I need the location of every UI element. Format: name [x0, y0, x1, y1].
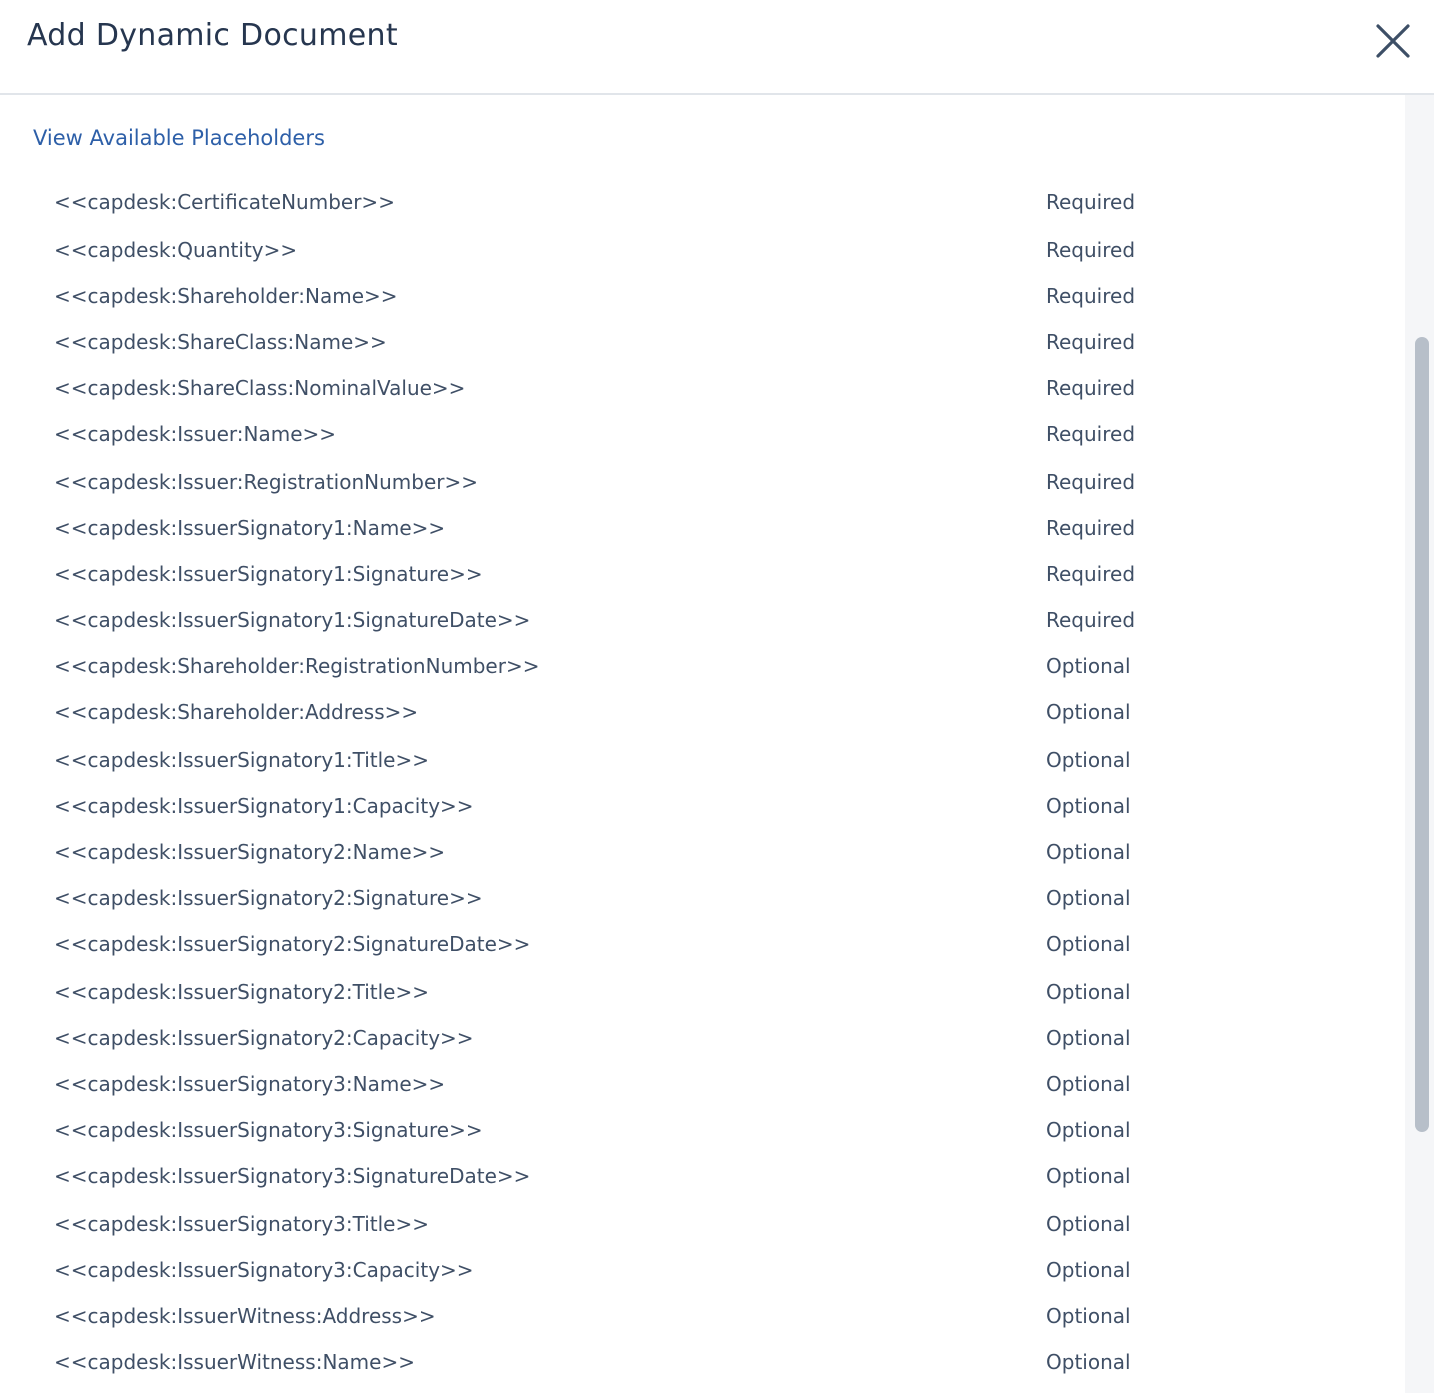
placeholder-status: Optional — [1046, 1212, 1131, 1236]
placeholder-row: <<capdesk:IssuerWitness:Name>> Optional — [0, 1350, 1405, 1393]
placeholder-status: Optional — [1046, 748, 1131, 772]
close-button[interactable] — [1374, 22, 1412, 60]
placeholder-name: <<capdesk:Shareholder:Address>> — [54, 700, 419, 724]
placeholder-row: <<capdesk:Issuer:Name>> Required — [0, 422, 1405, 468]
placeholder-name: <<capdesk:IssuerSignatory2:Title>> — [54, 980, 429, 1004]
placeholder-row: <<capdesk:IssuerSignatory2:Name>> Optiona… — [0, 840, 1405, 886]
placeholder-status: Optional — [1046, 980, 1131, 1004]
placeholder-name: <<capdesk:IssuerSignatory1:Signature>> — [54, 562, 483, 586]
placeholder-name: <<capdesk:Issuer:Name>> — [54, 422, 337, 446]
dialog-header: Add Dynamic Document — [0, 0, 1434, 95]
placeholder-name: <<capdesk:IssuerSignatory3:SignatureDate… — [54, 1164, 531, 1188]
placeholder-status: Required — [1046, 190, 1136, 214]
dialog-title: Add Dynamic Document — [27, 18, 398, 53]
placeholder-row: <<capdesk:Quantity>> Required — [0, 238, 1405, 284]
placeholder-name: <<capdesk:IssuerSignatory1:Name>> — [54, 516, 446, 540]
placeholder-status: Optional — [1046, 794, 1131, 818]
placeholder-row: <<capdesk:Shareholder:RegistrationNumber… — [0, 654, 1405, 700]
placeholder-row: <<capdesk:IssuerSignatory1:Capacity>> Opt… — [0, 794, 1405, 840]
placeholder-name: <<capdesk:IssuerSignatory1:Title>> — [54, 748, 429, 772]
placeholder-name: <<capdesk:IssuerWitness:Name>> — [54, 1350, 415, 1374]
placeholder-row: <<capdesk:Shareholder:Name>> Required — [0, 284, 1405, 330]
placeholder-row: <<capdesk:IssuerSignatory1:Signature>> Re… — [0, 562, 1405, 608]
placeholder-status: Required — [1046, 562, 1136, 586]
placeholder-name: <<capdesk:Shareholder:RegistrationNumber… — [54, 654, 540, 678]
placeholder-row: <<capdesk:IssuerSignatory1:SignatureDate… — [0, 608, 1405, 654]
placeholder-status: Optional — [1046, 1026, 1131, 1050]
placeholder-row: <<capdesk:IssuerSignatory3:Signature>> Op… — [0, 1118, 1405, 1164]
scrollbar-track[interactable] — [1405, 95, 1434, 1393]
placeholder-status: Optional — [1046, 1350, 1131, 1374]
placeholder-status: Optional — [1046, 1164, 1131, 1188]
placeholder-name: <<capdesk:IssuerSignatory2:Capacity>> — [54, 1026, 474, 1050]
close-icon — [1376, 24, 1410, 58]
scrollbar-thumb[interactable] — [1415, 337, 1429, 1132]
placeholder-status: Optional — [1046, 1072, 1131, 1096]
placeholder-name: <<capdesk:IssuerSignatory1:Capacity>> — [54, 794, 474, 818]
placeholder-row: <<capdesk:IssuerWitness:Address>> Optiona… — [0, 1304, 1405, 1350]
placeholder-row: <<capdesk:IssuerSignatory2:Capacity>> Opt… — [0, 1026, 1405, 1072]
placeholder-status: Required — [1046, 422, 1136, 446]
placeholder-row: <<capdesk:IssuerSignatory2:Title>> Option… — [0, 980, 1405, 1026]
placeholder-status: Optional — [1046, 886, 1131, 910]
placeholder-status: Optional — [1046, 840, 1131, 864]
placeholder-name: <<capdesk:CertificateNumber>> — [54, 190, 395, 214]
placeholder-name: <<capdesk:ShareClass:Name>> — [54, 330, 387, 354]
placeholder-name: <<capdesk:ShareClass:NominalValue>> — [54, 376, 466, 400]
placeholder-row: <<capdesk:IssuerSignatory3:Capacity>> Opt… — [0, 1258, 1405, 1304]
placeholder-status: Required — [1046, 470, 1136, 494]
placeholder-status: Optional — [1046, 700, 1131, 724]
placeholder-row: <<capdesk:IssuerSignatory3:Name>> Optiona… — [0, 1072, 1405, 1118]
placeholder-row: <<capdesk:Shareholder:Address>> Optional — [0, 700, 1405, 746]
placeholder-name: <<capdesk:IssuerSignatory3:Title>> — [54, 1212, 429, 1236]
placeholder-status: Optional — [1046, 1304, 1131, 1328]
placeholder-name: <<capdesk:IssuerSignatory3:Signature>> — [54, 1118, 483, 1142]
placeholder-row: <<capdesk:IssuerSignatory2:Signature>> Op… — [0, 886, 1405, 932]
placeholder-row: <<capdesk:ShareClass:NominalValue>> Requi… — [0, 376, 1405, 422]
placeholder-name: <<capdesk:IssuerSignatory2:SignatureDate… — [54, 932, 531, 956]
placeholder-name: <<capdesk:IssuerSignatory3:Name>> — [54, 1072, 446, 1096]
placeholder-row: <<capdesk:IssuerSignatory1:Name>> Require… — [0, 516, 1405, 562]
placeholder-name: <<capdesk:Quantity>> — [54, 238, 298, 262]
placeholder-name: <<capdesk:IssuerSignatory2:Signature>> — [54, 886, 483, 910]
placeholder-name: <<capdesk:IssuerSignatory1:SignatureDate… — [54, 608, 531, 632]
placeholder-name: <<capdesk:Shareholder:Name>> — [54, 284, 398, 308]
placeholder-row: <<capdesk:IssuerSignatory3:SignatureDate… — [0, 1164, 1405, 1210]
placeholder-name: <<capdesk:IssuerSignatory3:Capacity>> — [54, 1258, 474, 1282]
placeholder-name: <<capdesk:IssuerWitness:Address>> — [54, 1304, 436, 1328]
placeholder-status: Optional — [1046, 1118, 1131, 1142]
dialog-body: View Available Placeholders <<capdesk:Ce… — [0, 95, 1405, 1393]
placeholder-name: <<capdesk:IssuerSignatory2:Name>> — [54, 840, 446, 864]
placeholder-status: Required — [1046, 238, 1136, 262]
placeholder-name: <<capdesk:Issuer:RegistrationNumber>> — [54, 470, 478, 494]
placeholder-status: Required — [1046, 330, 1136, 354]
placeholder-row: <<capdesk:IssuerSignatory2:SignatureDate… — [0, 932, 1405, 978]
view-placeholders-link[interactable]: View Available Placeholders — [33, 126, 325, 150]
placeholder-row: <<capdesk:ShareClass:Name>> Required — [0, 330, 1405, 376]
placeholder-row: <<capdesk:IssuerSignatory1:Title>> Option… — [0, 748, 1405, 794]
placeholder-status: Required — [1046, 516, 1136, 540]
placeholder-status: Required — [1046, 284, 1136, 308]
placeholder-status: Required — [1046, 608, 1136, 632]
placeholder-row: <<capdesk:IssuerSignatory3:Title>> Option… — [0, 1212, 1405, 1258]
placeholder-status: Optional — [1046, 932, 1131, 956]
placeholder-status: Required — [1046, 376, 1136, 400]
placeholder-row: <<capdesk:Issuer:RegistrationNumber>> Req… — [0, 470, 1405, 516]
placeholder-status: Optional — [1046, 654, 1131, 678]
placeholder-status: Optional — [1046, 1258, 1131, 1282]
placeholder-row: <<capdesk:CertificateNumber>> Required — [0, 190, 1405, 236]
